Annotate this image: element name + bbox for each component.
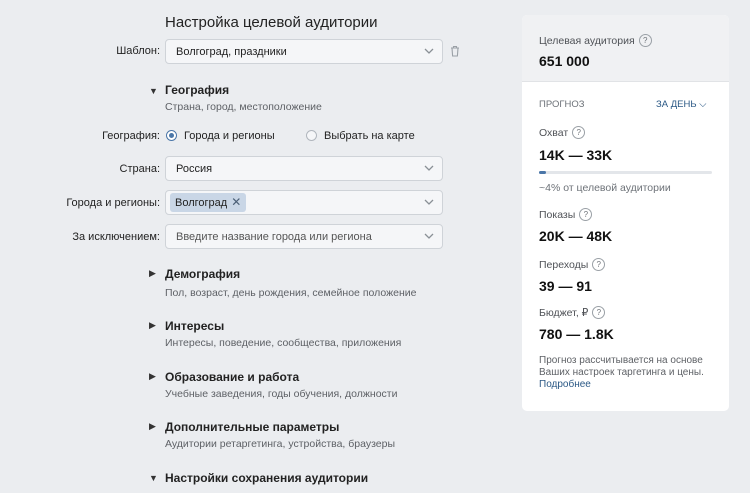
impressions-value: 20K — 48K xyxy=(539,228,613,244)
chevron-down-icon xyxy=(424,199,434,206)
section-subtitle-education: Учебные заведения, годы обучения, должно… xyxy=(165,388,398,400)
help-icon[interactable]: ? xyxy=(572,126,586,139)
audience-value: 651 000 xyxy=(539,53,590,69)
template-select[interactable]: Волгоград, праздники xyxy=(165,39,443,64)
section-title-demography[interactable]: Демография xyxy=(165,267,240,281)
audience-header xyxy=(522,15,729,82)
reach-progress-fill xyxy=(539,171,546,174)
budget-value: 780 — 1.8K xyxy=(539,326,614,342)
city-tag-label: Волгоград xyxy=(175,197,228,209)
trash-icon[interactable] xyxy=(450,44,460,62)
chevron-down-icon: ⌵ xyxy=(699,99,707,110)
reach-label: Охват? xyxy=(539,126,586,139)
help-icon[interactable]: ? xyxy=(592,258,606,271)
expanded-triangle-icon[interactable]: ▼ xyxy=(149,86,158,96)
collapsed-triangle-icon[interactable]: ▶ xyxy=(149,421,156,432)
forecast-panel: Целевая аудитория? 651 000 ПРОГНОЗ ЗА ДЕ… xyxy=(522,15,729,411)
chevron-down-icon xyxy=(424,233,434,240)
audience-label: Целевая аудитория? xyxy=(539,34,652,47)
reach-note: ~4% от целевой аудитории xyxy=(539,182,671,194)
clicks-label: Переходы? xyxy=(539,258,606,271)
close-icon[interactable]: ✕ xyxy=(231,195,241,209)
expanded-triangle-icon[interactable]: ▼ xyxy=(149,473,158,483)
exclude-input[interactable]: Введите название города или региона xyxy=(165,224,443,249)
section-subtitle-interests: Интересы, поведение, сообщества, приложе… xyxy=(165,337,402,349)
section-title-interests[interactable]: Интересы xyxy=(165,319,224,333)
cities-label: Города и регионы: xyxy=(66,197,160,209)
country-value: Россия xyxy=(176,163,213,175)
radio-cities[interactable] xyxy=(166,130,177,141)
chevron-down-icon xyxy=(424,165,434,172)
exclude-placeholder: Введите название города или региона xyxy=(176,231,372,243)
forecast-label: ПРОГНОЗ xyxy=(539,99,585,110)
chevron-down-icon xyxy=(424,48,434,55)
radio-cities-label[interactable]: Города и регионы xyxy=(184,130,275,142)
reach-value: 14K — 33K xyxy=(539,147,613,163)
country-select[interactable]: Россия xyxy=(165,156,443,181)
forecast-note: Прогноз рассчитывается на основе Ваших н… xyxy=(539,355,704,390)
help-icon[interactable]: ? xyxy=(638,34,652,47)
reach-progress-bar xyxy=(539,171,712,174)
exclude-label: За исключением: xyxy=(72,231,160,243)
geography-label: География: xyxy=(102,130,160,142)
period-dropdown[interactable]: ЗА ДЕНЬ ⌵ xyxy=(656,99,706,110)
country-label: Страна: xyxy=(119,163,160,175)
more-link[interactable]: Подробнее xyxy=(539,379,591,390)
template-value: Волгоград, праздники xyxy=(176,46,287,58)
section-subtitle-demography: Пол, возраст, день рождения, семейное по… xyxy=(165,287,417,299)
clicks-value: 39 — 91 xyxy=(539,278,592,294)
help-icon[interactable]: ? xyxy=(592,306,606,319)
section-subtitle-additional: Аудитории ретаргетинга, устройства, брау… xyxy=(165,438,396,450)
radio-map-label[interactable]: Выбрать на карте xyxy=(324,130,415,142)
collapsed-triangle-icon[interactable]: ▶ xyxy=(149,268,156,279)
section-title-education[interactable]: Образование и работа xyxy=(165,370,299,384)
city-tag[interactable]: Волгоград ✕ xyxy=(170,193,247,212)
section-subtitle-geography: Страна, город, местоположение xyxy=(165,101,322,113)
page-title: Настройка целевой аудитории xyxy=(165,14,378,31)
template-label: Шаблон: xyxy=(116,45,160,57)
budget-label: Бюджет, ₽? xyxy=(539,306,606,319)
radio-map[interactable] xyxy=(306,130,317,141)
help-icon[interactable]: ? xyxy=(579,208,593,221)
section-title-additional[interactable]: Дополнительные параметры xyxy=(165,420,339,434)
section-title-geography[interactable]: География xyxy=(165,83,229,97)
collapsed-triangle-icon[interactable]: ▶ xyxy=(149,371,156,382)
section-title-save-audience[interactable]: Настройки сохранения аудитории xyxy=(165,471,368,485)
collapsed-triangle-icon[interactable]: ▶ xyxy=(149,320,156,331)
impressions-label: Показы? xyxy=(539,208,593,221)
